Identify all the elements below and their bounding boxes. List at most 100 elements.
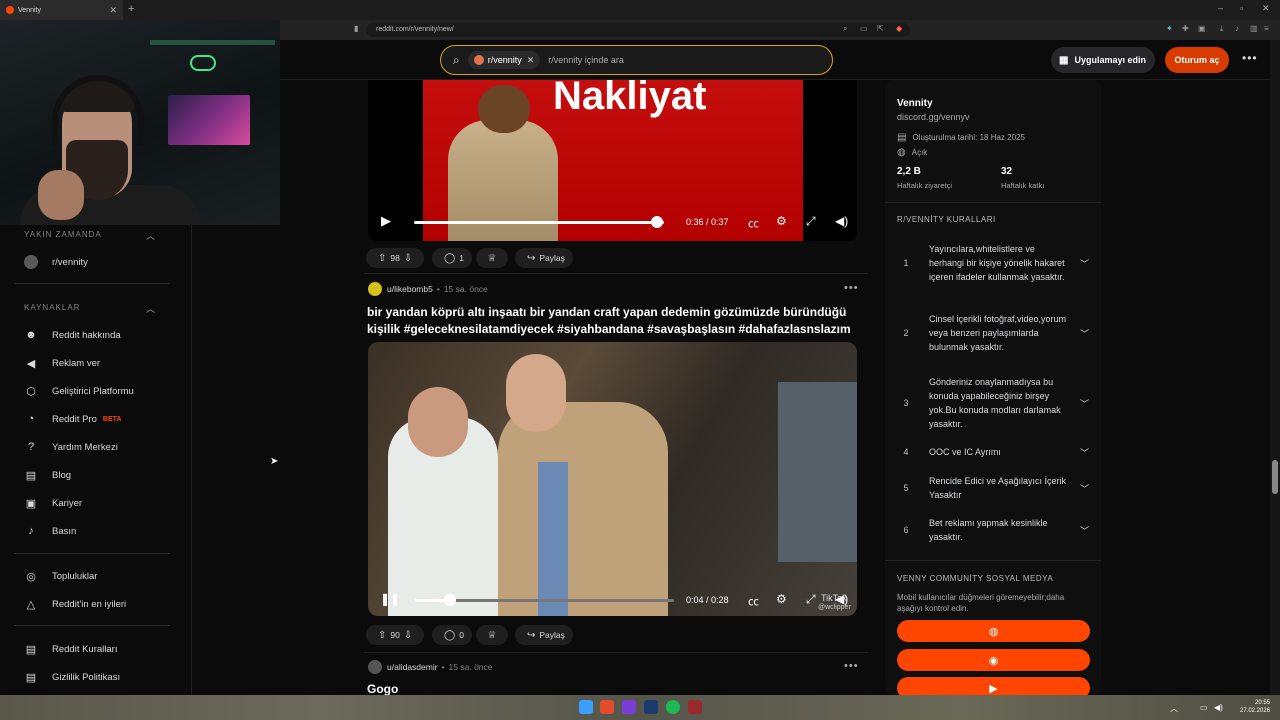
puzzle-icon[interactable]: ✚ (1182, 24, 1189, 33)
share-button[interactable]: ↪ Paylaş (515, 248, 573, 268)
chevron-up-icon[interactable]: ︿ (146, 229, 155, 242)
steam-icon[interactable] (644, 700, 658, 714)
subreddit-search-chip[interactable]: r/vennity ✕ (467, 51, 541, 69)
fullscreen-icon[interactable]: ⤢ (806, 592, 816, 607)
settings-icon[interactable]: ⚙ (776, 592, 787, 606)
pause-icon[interactable]: ❚❚ (380, 592, 400, 606)
post-options-icon[interactable]: ••• (844, 660, 859, 672)
community-link[interactable]: discord.gg/vennyv (897, 112, 970, 122)
windows-start-icon[interactable] (579, 700, 593, 714)
video-player[interactable]: Nakliyat ▶ 0:36 / 0:37 ㏄ ⚙ ⤢ ◀) (368, 80, 857, 241)
volume-icon[interactable]: ◀) (835, 214, 848, 228)
comments-button[interactable]: ◯ 1 (432, 248, 472, 268)
rule-item[interactable]: 2 Cinsel içerikli fotoğraf,video,yorum v… (897, 305, 1089, 361)
comments-button[interactable]: ◯ 0 (432, 625, 472, 645)
social-website-button[interactable]: ◍ (897, 620, 1090, 642)
sidebar-item-r-vennity[interactable]: r/vennity (24, 252, 88, 272)
system-clock[interactable]: 20:55 27.02.2026 (1240, 699, 1270, 715)
seek-bar[interactable] (414, 221, 664, 224)
sidebar-item-press[interactable]: ♪ Basın (24, 521, 76, 541)
rule-item[interactable]: 5 Rencide Edici ve Aşağılayıcı İçerik Ya… (897, 473, 1089, 503)
get-app-button[interactable]: ▦ Uygulamayı edin (1051, 47, 1155, 73)
chevron-down-icon[interactable]: ﹀ (1080, 446, 1089, 459)
author-name[interactable]: u/likebomb5 (387, 284, 433, 294)
award-button[interactable]: ♕ (476, 625, 508, 645)
post-options-icon[interactable]: ••• (844, 282, 859, 294)
chevron-down-icon[interactable]: ﹀ (1080, 327, 1089, 340)
sidebar-item-careers[interactable]: ▣ Kariyer (24, 493, 82, 513)
app-icon[interactable] (622, 700, 636, 714)
chevron-up-icon[interactable]: ︿ (146, 302, 155, 315)
sidebar-item-blog[interactable]: ▤ Blog (24, 465, 71, 485)
sidebar-item-help[interactable]: ? Yardım Merkezi (24, 437, 118, 457)
community-name: Vennity (897, 98, 933, 109)
extension-icon[interactable]: ✦ (1166, 24, 1173, 33)
play-icon[interactable]: ▶ (381, 213, 391, 229)
page-scrollbar[interactable] (1270, 40, 1280, 695)
chip-remove-icon[interactable]: ✕ (527, 55, 535, 66)
volume-tray-icon[interactable]: ◀) (1214, 703, 1223, 712)
seek-knob[interactable] (650, 216, 663, 228)
screenshot-icon[interactable]: ▭ (860, 24, 868, 33)
more-menu-icon[interactable]: ••• (1242, 51, 1258, 65)
award-button[interactable]: ♕ (476, 248, 508, 268)
maximize-icon[interactable]: ▫ (1240, 3, 1243, 13)
chevron-down-icon[interactable]: ﹀ (1080, 524, 1089, 537)
brave-browser-icon[interactable] (600, 700, 614, 714)
sidebar-item-developer[interactable]: ⬡ Geliştirici Platformu (24, 381, 134, 401)
upvote-icon[interactable]: ⇧ (378, 630, 386, 641)
rule-item[interactable]: 3 Gönderiniz onaylanmadıysa bu konuda ya… (897, 375, 1089, 431)
search-input[interactable]: r/vennity içinde ara (548, 55, 624, 65)
sidebar-item-privacy[interactable]: ▤ Gizlilik Politikası (24, 667, 120, 687)
bookmark-icon[interactable]: ▮ (354, 24, 358, 33)
scrollbar-thumb[interactable] (1272, 460, 1278, 494)
sidebar-item-communities[interactable]: ◎ Topluluklar (24, 566, 97, 586)
captions-icon[interactable]: ㏄ (748, 215, 759, 231)
share-button[interactable]: ↪ Paylaş (515, 625, 573, 645)
fullscreen-icon[interactable]: ⤢ (806, 214, 816, 229)
social-youtube-button[interactable]: ▶ (897, 677, 1090, 695)
tab-close-icon[interactable]: ✕ (109, 5, 117, 16)
rule-item[interactable]: 6 Bet reklamı yapmak kesinlikle yasaktır… (897, 515, 1089, 545)
video-player[interactable]: ❚❚ 0:04 / 0:28 ㏄ ⚙ ⤢ ◀) TikTok @wclipper (368, 342, 857, 616)
window-close-icon[interactable]: ✕ (1262, 3, 1270, 14)
share-page-icon[interactable]: ⇱ (877, 24, 884, 33)
browser-menu-icon[interactable]: ≡ (1264, 24, 1269, 33)
spotify-icon[interactable] (666, 700, 680, 714)
upvote-icon[interactable]: ⇧ (378, 253, 386, 264)
sidebar-toggle-icon[interactable]: ▥ (1250, 24, 1258, 33)
browser-tab[interactable]: Vennity ✕ (0, 0, 123, 20)
rule-item[interactable]: 1 Yayıncılara,whitelistlere ve herhangi … (897, 235, 1089, 291)
new-tab-button[interactable]: + (128, 3, 134, 15)
download-icon[interactable]: ⤓ (1220, 24, 1224, 34)
post-title[interactable]: bir yandan köprü altı inşaatı bir yandan… (367, 304, 857, 338)
settings-icon[interactable]: ⚙ (776, 214, 787, 228)
sidebar-item-best-of[interactable]: △ Reddit'in en iyileri (24, 594, 126, 614)
login-button[interactable]: Oturum aç (1165, 47, 1229, 73)
chevron-down-icon[interactable]: ﹀ (1080, 482, 1089, 495)
sidebar-item-advertise[interactable]: ◀ Reklam ver (24, 353, 100, 373)
wallet-icon[interactable]: ▣ (1198, 24, 1206, 33)
search-bar[interactable]: ⌕ r/vennity ✕ r/vennity içinde ara (440, 45, 833, 75)
author-name[interactable]: u/alidasdemir (387, 662, 438, 672)
zoom-icon[interactable]: ⌕ (843, 24, 847, 34)
downvote-icon[interactable]: ⇩ (404, 630, 412, 641)
tray-chevron-icon[interactable]: ︿ (1170, 703, 1178, 714)
chevron-down-icon[interactable]: ﹀ (1080, 257, 1089, 270)
post-author[interactable]: u/alidasdemir • 15 sa. önce (368, 660, 493, 674)
network-icon[interactable]: ▭ (1200, 703, 1208, 712)
brave-shield-icon[interactable]: ◆ (896, 24, 902, 33)
chevron-down-icon[interactable]: ﹀ (1080, 397, 1089, 410)
url-field[interactable]: reddit.com/r/vennity/new/ (366, 23, 910, 37)
captions-icon[interactable]: ㏄ (748, 593, 759, 609)
sidebar-item-reddit-pro[interactable]: ◔ Reddit Pro BETA (24, 409, 122, 429)
rule-item[interactable]: 4 OOC ve IC Ayrımı ﹀ (897, 443, 1089, 461)
media-icon[interactable]: ♪ (1235, 24, 1239, 33)
social-discord-button[interactable]: ◉ (897, 649, 1090, 671)
minimize-icon[interactable]: – (1218, 3, 1223, 13)
sidebar-item-about[interactable]: ☻ Reddit hakkında (24, 325, 120, 345)
app-icon[interactable] (688, 700, 702, 714)
downvote-icon[interactable]: ⇩ (404, 253, 412, 264)
sidebar-item-rules[interactable]: ▤ Reddit Kuralları (24, 639, 118, 659)
post-author[interactable]: u/likebomb5 • 15 sa. önce (368, 282, 488, 296)
